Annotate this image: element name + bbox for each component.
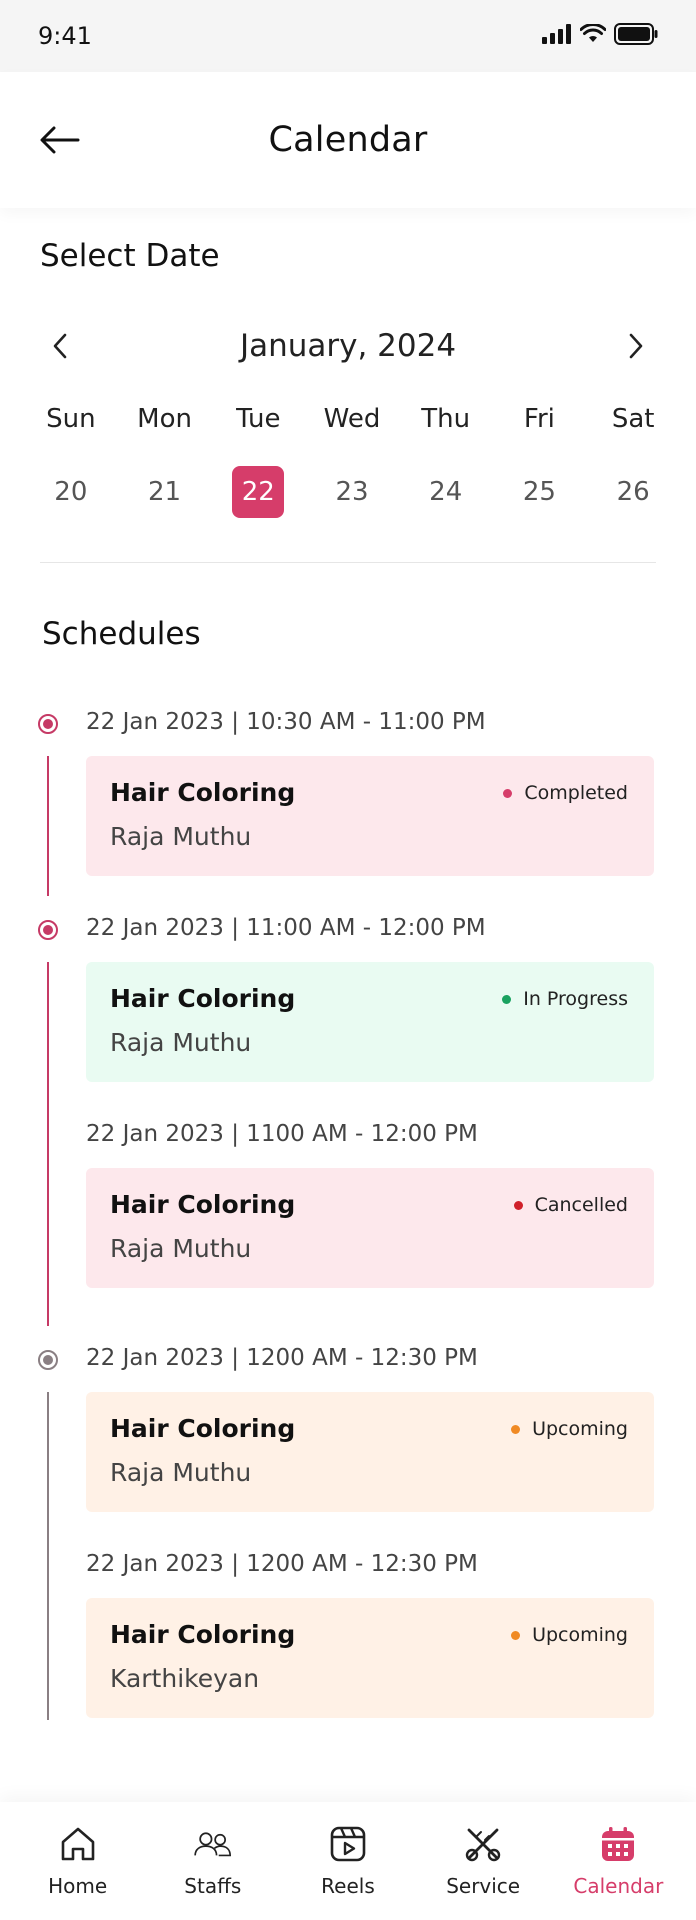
- schedule-person: Raja Muthu: [110, 822, 252, 851]
- status-badge: Completed: [503, 782, 628, 804]
- date-number: 21: [148, 477, 182, 507]
- staffs-icon: [193, 1824, 233, 1864]
- schedule-person: Raja Muthu: [110, 1234, 252, 1263]
- nav-item-calendar[interactable]: Calendar: [553, 1824, 683, 1898]
- schedule-time: 22 Jan 2023 | 11:00 AM - 12:00 PM: [86, 915, 486, 941]
- page-title: Calendar: [268, 120, 428, 160]
- schedule-time: 22 Jan 2023 | 10:30 AM - 11:00 PM: [86, 709, 486, 735]
- chevron-left-icon: [53, 333, 67, 359]
- reels-icon: [328, 1824, 368, 1864]
- weekday-label: Sat: [611, 404, 655, 434]
- status-icons: [542, 23, 658, 49]
- status-dot: [511, 1630, 521, 1640]
- timeline-dot: [38, 920, 58, 940]
- date-number: 20: [54, 477, 88, 507]
- status-text: Cancelled: [534, 1194, 628, 1216]
- month-navigator: January, 2024: [40, 318, 656, 374]
- next-month-button[interactable]: [616, 326, 656, 366]
- date-number: 25: [522, 477, 556, 507]
- status-bar: 9:41: [0, 0, 696, 72]
- schedule-time: 22 Jan 2023 | 1100 AM - 12:00 PM: [86, 1121, 478, 1147]
- status-badge: Cancelled: [513, 1194, 628, 1216]
- wifi-icon: [579, 23, 607, 48]
- service-icon: [463, 1824, 503, 1864]
- nav-label: Home: [48, 1874, 108, 1898]
- home-icon: [58, 1824, 98, 1864]
- timeline-dot: [38, 1350, 58, 1370]
- date-number: 24: [429, 477, 463, 507]
- app-header: Calendar: [0, 72, 696, 208]
- status-text: In Progress: [523, 988, 628, 1010]
- date-cell[interactable]: 20: [24, 466, 118, 518]
- nav-label: Reels: [321, 1874, 375, 1898]
- schedule-card[interactable]: Hair Coloring Raja Muthu Cancelled: [86, 1168, 654, 1288]
- timeline-segment: [47, 1392, 49, 1720]
- date-cell[interactable]: 23: [305, 466, 399, 518]
- back-button[interactable]: [38, 118, 82, 162]
- schedule-service: Hair Coloring: [110, 984, 296, 1013]
- timeline-dot: [38, 714, 58, 734]
- status-text: Upcoming: [532, 1624, 628, 1646]
- date-cell[interactable]: 21: [118, 466, 212, 518]
- month-label: January, 2024: [239, 328, 457, 364]
- schedule-time: 22 Jan 2023 | 1200 AM - 12:30 PM: [86, 1345, 478, 1371]
- back-arrow-icon: [40, 126, 80, 154]
- nav-label: Service: [446, 1874, 521, 1898]
- date-number: 22: [232, 466, 285, 518]
- nav-item-service[interactable]: Service: [418, 1824, 548, 1898]
- prev-month-button[interactable]: [40, 326, 80, 366]
- status-text: Completed: [524, 782, 628, 804]
- schedule-service: Hair Coloring: [110, 1620, 296, 1649]
- nav-label: Staffs: [184, 1874, 242, 1898]
- signal-icon: [542, 24, 572, 48]
- weekday-label: Thu: [421, 404, 471, 434]
- status-badge: Upcoming: [511, 1418, 628, 1440]
- schedules-title: Schedules: [42, 616, 201, 652]
- status-badge: In Progress: [502, 988, 628, 1010]
- weekday-label: Fri: [523, 404, 555, 434]
- schedule-person: Raja Muthu: [110, 1028, 252, 1057]
- schedule-card[interactable]: Hair Coloring Raja Muthu In Progress: [86, 962, 654, 1082]
- schedule-service: Hair Coloring: [110, 1190, 296, 1219]
- calendar-icon: [598, 1824, 638, 1864]
- nav-item-staffs[interactable]: Staffs: [148, 1824, 278, 1898]
- schedule-card[interactable]: Hair Coloring Raja Muthu Upcoming: [86, 1392, 654, 1512]
- weekday-label: Wed: [323, 404, 381, 434]
- date-number: 23: [335, 477, 369, 507]
- status-text: Upcoming: [532, 1418, 628, 1440]
- date-cell[interactable]: 24: [399, 466, 493, 518]
- bottom-nav: Home Staffs Reels Service Calendar: [0, 1802, 696, 1920]
- status-time: 9:41: [38, 22, 92, 50]
- nav-label: Calendar: [573, 1874, 664, 1898]
- schedule-card[interactable]: Hair Coloring Raja Muthu Completed: [86, 756, 654, 876]
- status-dot: [503, 788, 513, 798]
- schedule-time: 22 Jan 2023 | 1200 AM - 12:30 PM: [86, 1551, 478, 1577]
- select-date-title: Select Date: [40, 238, 220, 274]
- status-dot: [513, 1200, 523, 1210]
- status-dot: [502, 994, 512, 1004]
- status-dot: [511, 1424, 521, 1434]
- schedule-service: Hair Coloring: [110, 1414, 296, 1443]
- date-number: 26: [616, 477, 650, 507]
- week-dates: 20 21 22 23 24 25 26: [24, 466, 680, 518]
- weekday-header: Sun Mon Tue Wed Thu Fri Sat: [24, 404, 680, 434]
- nav-item-reels[interactable]: Reels: [283, 1824, 413, 1898]
- section-divider: [40, 562, 656, 563]
- schedule-person: Karthikeyan: [110, 1664, 260, 1693]
- date-cell[interactable]: 26: [586, 466, 680, 518]
- schedule-card[interactable]: Hair Coloring Karthikeyan Upcoming: [86, 1598, 654, 1718]
- schedule-service: Hair Coloring: [110, 778, 296, 807]
- schedule-person: Raja Muthu: [110, 1458, 252, 1487]
- timeline-segment: [47, 756, 49, 896]
- weekday-label: Sun: [46, 404, 96, 434]
- timeline-segment: [47, 962, 49, 1326]
- weekday-label: Mon: [137, 404, 192, 434]
- status-badge: Upcoming: [511, 1624, 628, 1646]
- date-cell-selected[interactable]: 22: [211, 466, 305, 518]
- date-cell[interactable]: 25: [493, 466, 587, 518]
- weekday-label: Tue: [236, 404, 281, 434]
- battery-icon: [614, 23, 658, 49]
- chevron-right-icon: [629, 333, 643, 359]
- nav-item-home[interactable]: Home: [13, 1824, 143, 1898]
